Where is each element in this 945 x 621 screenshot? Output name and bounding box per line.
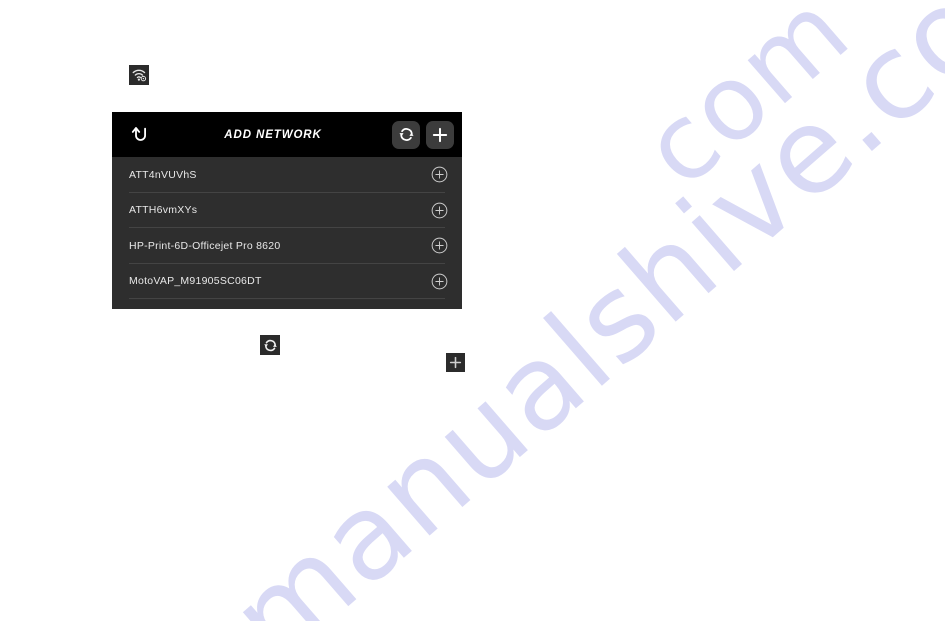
network-row[interactable]: HP-Print-6D-Officejet Pro 8620 bbox=[112, 228, 462, 264]
plus-icon bbox=[449, 356, 462, 369]
circle-plus-icon[interactable] bbox=[431, 237, 448, 254]
plus-icon bbox=[432, 127, 448, 142]
network-row[interactable]: ATT4nVUVhS bbox=[112, 157, 462, 193]
circle-plus-icon[interactable] bbox=[431, 166, 448, 183]
watermark-main: manualshive.com bbox=[205, 0, 945, 621]
network-row[interactable]: MotoVAP_M91905SC06DT bbox=[112, 264, 462, 300]
device-screen-panel: ADD NETWORK ATT4nVUVhS ATTH6vmXYs HP-Pri… bbox=[112, 112, 462, 309]
panel-header: ADD NETWORK bbox=[112, 112, 462, 157]
watermark-secondary: com bbox=[620, 0, 873, 211]
wifi-settings-icon bbox=[129, 65, 149, 85]
refresh-icon bbox=[263, 339, 277, 351]
watermark-layer: manualshive.com com bbox=[0, 0, 945, 621]
network-list-tail bbox=[112, 299, 462, 309]
back-button[interactable] bbox=[126, 120, 156, 150]
network-ssid: HP-Print-6D-Officejet Pro 8620 bbox=[129, 239, 281, 252]
circle-plus-icon[interactable] bbox=[431, 202, 448, 219]
wifi-gear-icon bbox=[132, 69, 146, 82]
plus-icon-standalone bbox=[446, 353, 465, 372]
network-row[interactable]: ATTH6vmXYs bbox=[112, 193, 462, 229]
network-ssid: ATT4nVUVhS bbox=[129, 168, 197, 181]
page-title: ADD NETWORK bbox=[224, 128, 322, 141]
add-network-button[interactable] bbox=[426, 120, 454, 149]
circle-plus-icon[interactable] bbox=[431, 273, 448, 290]
refresh-icon bbox=[398, 128, 414, 141]
network-ssid: MotoVAP_M91905SC06DT bbox=[129, 275, 262, 288]
network-ssid: ATTH6vmXYs bbox=[129, 204, 198, 217]
network-list: ATT4nVUVhS ATTH6vmXYs HP-Print-6D-Office bbox=[112, 157, 462, 309]
refresh-icon-standalone bbox=[260, 335, 280, 355]
back-arrow-icon bbox=[131, 126, 146, 141]
refresh-button[interactable] bbox=[392, 120, 420, 149]
